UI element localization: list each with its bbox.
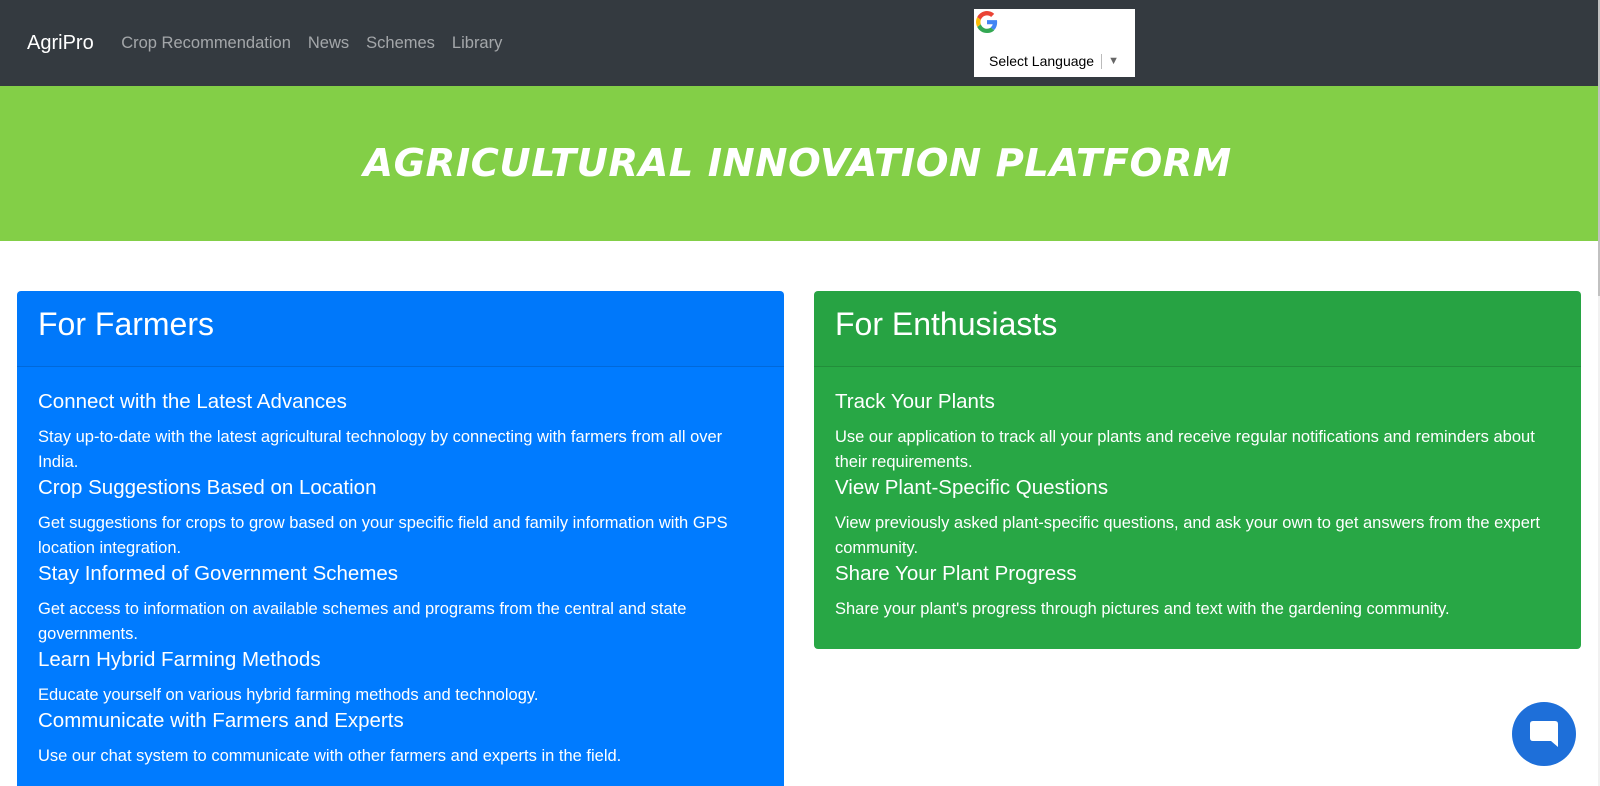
- feature-text: Stay up-to-date with the latest agricult…: [38, 428, 723, 471]
- feature-title: Stay Informed of Government Schemes: [38, 562, 399, 585]
- nav-link-schemes[interactable]: Schemes: [358, 34, 444, 53]
- chat-button[interactable]: [1512, 702, 1576, 766]
- nav-link-library[interactable]: Library: [443, 34, 510, 53]
- chevron-down-icon: ▼: [1108, 55, 1119, 67]
- feature-title: Track Your Plants: [835, 390, 995, 413]
- feature-title: Connect with the Latest Advances: [38, 390, 347, 413]
- feature-text: Use our chat system to communicate with …: [38, 747, 622, 765]
- google-icon: [976, 11, 998, 33]
- hero-banner: AGRICULTURAL INNOVATION PLATFORM: [0, 86, 1598, 241]
- chat-bubble-icon: [1530, 721, 1558, 747]
- feature-title: Share Your Plant Progress: [835, 562, 1077, 585]
- enthusiasts-card-body: Track Your Plants Use our application to…: [814, 367, 1581, 622]
- language-dropdown[interactable]: Select Language ▼: [989, 53, 1119, 69]
- enthusiasts-card: For Enthusiasts Track Your Plants Use ou…: [814, 291, 1581, 649]
- feature-text: View previously asked plant-specific que…: [835, 514, 1540, 557]
- farmers-card: For Farmers Connect with the Latest Adva…: [17, 291, 784, 786]
- language-divider: [1101, 53, 1103, 69]
- nav-link-news[interactable]: News: [299, 34, 357, 53]
- feature-title: Learn Hybrid Farming Methods: [38, 648, 321, 671]
- feature-title: Communicate with Farmers and Experts: [38, 709, 404, 732]
- feature-text: Get access to information on available s…: [38, 600, 687, 643]
- hero-title: AGRICULTURAL INNOVATION PLATFORM: [363, 141, 1232, 186]
- enthusiasts-card-title: For Enthusiasts: [835, 306, 1058, 342]
- farmers-card-title: For Farmers: [38, 306, 214, 342]
- enthusiasts-card-header: For Enthusiasts: [814, 291, 1581, 367]
- navbar: AgriPro Crop Recommendation News Schemes…: [0, 0, 1600, 86]
- language-selector[interactable]: Select Language ▼: [974, 9, 1135, 77]
- brand-logo[interactable]: AgriPro: [27, 32, 94, 55]
- feature-text: Use our application to track all your pl…: [835, 428, 1535, 471]
- feature-text: Share your plant's progress through pict…: [835, 600, 1450, 618]
- feature-text: Get suggestions for crops to grow based …: [38, 514, 728, 557]
- feature-title: Crop Suggestions Based on Location: [38, 476, 377, 499]
- nav-link-crop-recommendation[interactable]: Crop Recommendation: [113, 34, 300, 53]
- language-select-label: Select Language: [989, 53, 1095, 69]
- farmers-card-header: For Farmers: [17, 291, 784, 367]
- farmers-card-body: Connect with the Latest Advances Stay up…: [17, 367, 784, 769]
- feature-title: View Plant-Specific Questions: [835, 476, 1109, 499]
- feature-text: Educate yourself on various hybrid farmi…: [38, 686, 539, 704]
